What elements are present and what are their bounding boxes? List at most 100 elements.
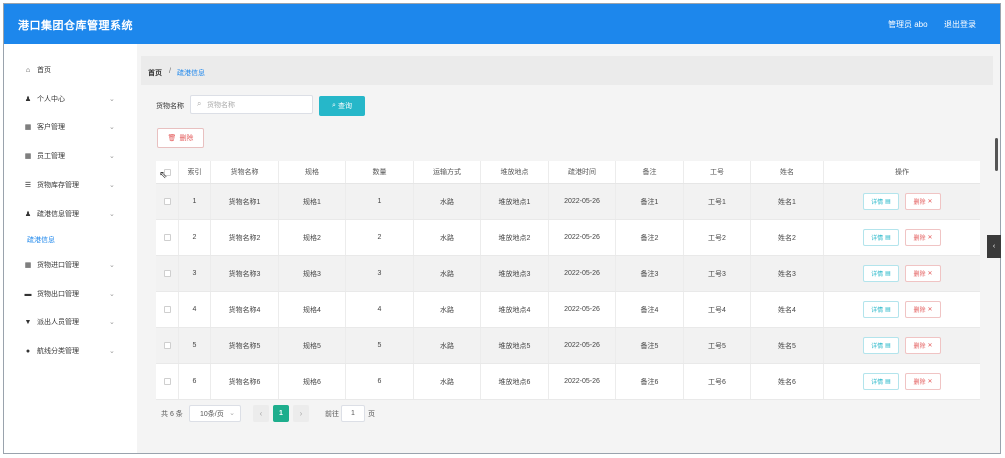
- transport-cell: 水路: [414, 328, 481, 363]
- detail-button[interactable]: 详情 ▤: [863, 301, 899, 318]
- quantity-cell: 1: [346, 184, 414, 219]
- sidebar-item-home[interactable]: ⌂ 首页: [4, 60, 137, 80]
- goods-name-cell: 货物名称6: [211, 364, 279, 399]
- search-field[interactable]: ⌕: [190, 95, 313, 114]
- row-delete-label: 删除: [913, 200, 926, 206]
- detail-button-label: 详情: [871, 380, 884, 386]
- remark-cell: 备注4: [616, 292, 684, 327]
- staff-id-cell: 工号1: [684, 184, 751, 219]
- actions-cell: 详情 ▤ 删除 ✕: [824, 184, 980, 219]
- row-checkbox[interactable]: [163, 198, 171, 205]
- breadcrumb-home[interactable]: 首页: [148, 68, 162, 78]
- row-checkbox[interactable]: [163, 342, 171, 349]
- departure-time-cell: 2022-05-26: [549, 256, 616, 291]
- goods-name-cell: 货物名称4: [211, 292, 279, 327]
- remark-cell: 备注2: [616, 220, 684, 255]
- detail-button[interactable]: 详情 ▤: [863, 337, 899, 354]
- table-row: 6 货物名称6 规格6 6 水路 堆放地点6 2022-05-26 备注6 工号6 姓名6 详情 ▤ 删…: [156, 364, 980, 400]
- row-checkbox-cell: [156, 292, 179, 327]
- row-delete-button[interactable]: 删除 ✕: [905, 301, 941, 318]
- current-page-button[interactable]: 1: [273, 405, 289, 422]
- row-delete-label: 删除: [913, 236, 926, 242]
- storage-location-cell: 堆放地点2: [481, 220, 549, 255]
- staff-id-cell: 工号2: [684, 220, 751, 255]
- sidebar-item-inventory[interactable]: ☰ 货物库存管理 ⌄: [4, 175, 137, 195]
- chevron-left-icon: ‹: [259, 409, 263, 418]
- logout-link[interactable]: 退出登录: [944, 19, 976, 30]
- trash-icon: ✕: [927, 271, 933, 277]
- detail-button[interactable]: 详情 ▤: [863, 265, 899, 282]
- transport-cell: 水路: [414, 220, 481, 255]
- spec-cell: 规格2: [279, 220, 346, 255]
- bulk-delete-label: 删除: [179, 135, 194, 142]
- spec-cell: 规格3: [279, 256, 346, 291]
- sidebar-item-label: 客户管理: [37, 124, 65, 131]
- quantity-cell: 6: [346, 364, 414, 399]
- column-header: 货物名称: [211, 161, 279, 183]
- detail-button-label: 详情: [871, 272, 884, 278]
- quantity-cell: 2: [346, 220, 414, 255]
- detail-button[interactable]: 详情 ▤: [863, 373, 899, 390]
- sidebar-item-personal-center[interactable]: ♟ 个人中心 ⌄: [4, 89, 137, 109]
- staff-id-cell: 工号6: [684, 364, 751, 399]
- sidebar: ⌂ 首页 ♟ 个人中心 ⌄ ▦ 客户管理 ⌄ ▦ 员工管理 ⌄ ☰ 货物库存管理…: [4, 44, 137, 453]
- chevron-left-icon: ‹: [992, 243, 996, 250]
- collapse-panel-button[interactable]: ‹: [987, 235, 1001, 258]
- sidebar-item-employees[interactable]: ▦ 员工管理 ⌄: [4, 146, 137, 166]
- pin-icon: ●: [25, 347, 31, 355]
- index-cell: 3: [179, 256, 211, 291]
- name-cell: 姓名5: [751, 328, 824, 363]
- chevron-down-icon: ⌄: [109, 262, 115, 269]
- page-suffix-label: 页: [368, 411, 375, 418]
- next-page-button[interactable]: ›: [293, 405, 309, 422]
- chevron-down-icon: ⌄: [109, 319, 115, 326]
- bulk-delete-button[interactable]: 🗑 删除: [157, 128, 204, 148]
- trash-icon: 🗑: [167, 135, 177, 142]
- row-checkbox-cell: [156, 184, 179, 219]
- row-checkbox[interactable]: [163, 234, 171, 241]
- sidebar-item-routes[interactable]: ● 航线分类管理 ⌄: [4, 341, 137, 361]
- chevron-right-icon: ›: [299, 409, 303, 418]
- column-header: 数量: [346, 161, 414, 183]
- query-button[interactable]: ⌕ 查询: [319, 96, 365, 116]
- sidebar-item-customers[interactable]: ▦ 客户管理 ⌄: [4, 117, 137, 137]
- search-label: 货物名称: [156, 103, 184, 110]
- transport-cell: 水路: [414, 256, 481, 291]
- person-icon: ♟: [24, 211, 32, 218]
- row-delete-button[interactable]: 删除 ✕: [905, 373, 941, 390]
- sidebar-item-port-info[interactable]: ♟ 疏港信息管理 ⌄: [4, 204, 137, 224]
- search-input[interactable]: [207, 99, 307, 111]
- chevron-down-icon: ⌄: [109, 96, 115, 103]
- detail-button-label: 详情: [871, 308, 884, 314]
- row-delete-label: 删除: [913, 380, 926, 386]
- departure-time-cell: 2022-05-26: [549, 292, 616, 327]
- sidebar-item-exports[interactable]: ▬ 货物出口管理 ⌄: [4, 284, 137, 304]
- sidebar-item-staff[interactable]: ▼ 派出人员管理 ⌄: [4, 312, 137, 332]
- goto-page-input[interactable]: 1: [341, 405, 365, 422]
- row-checkbox-cell: [156, 364, 179, 399]
- index-cell: 4: [179, 292, 211, 327]
- column-header: 备注: [616, 161, 684, 183]
- row-checkbox[interactable]: [163, 378, 171, 385]
- badge-icon: ▼: [24, 318, 32, 326]
- row-delete-button[interactable]: 删除 ✕: [905, 193, 941, 210]
- sidebar-subitem-label: 疏港信息: [27, 237, 55, 244]
- detail-button[interactable]: 详情 ▤: [863, 193, 899, 210]
- row-checkbox[interactable]: [163, 306, 171, 313]
- actions-cell: 详情 ▤ 删除 ✕: [824, 292, 980, 327]
- row-delete-button[interactable]: 删除 ✕: [905, 337, 941, 354]
- row-delete-button[interactable]: 删除 ✕: [905, 229, 941, 246]
- page-size-select[interactable]: 10条/页 ⌄: [189, 405, 241, 422]
- prev-page-button[interactable]: ‹: [253, 405, 269, 422]
- scrollbar-thumb[interactable]: [995, 138, 998, 171]
- sidebar-subitem-port-info[interactable]: 疏港信息: [4, 230, 137, 250]
- actions-cell: 详情 ▤ 删除 ✕: [824, 328, 980, 363]
- row-delete-button[interactable]: 删除 ✕: [905, 265, 941, 282]
- row-checkbox[interactable]: [163, 270, 171, 277]
- goods-name-cell: 货物名称2: [211, 220, 279, 255]
- sidebar-item-imports[interactable]: ▦ 货物进口管理 ⌄: [4, 255, 137, 275]
- detail-button-label: 详情: [871, 344, 884, 350]
- detail-button[interactable]: 详情 ▤: [863, 229, 899, 246]
- column-header: 工号: [684, 161, 751, 183]
- document-icon: ▤: [885, 199, 891, 205]
